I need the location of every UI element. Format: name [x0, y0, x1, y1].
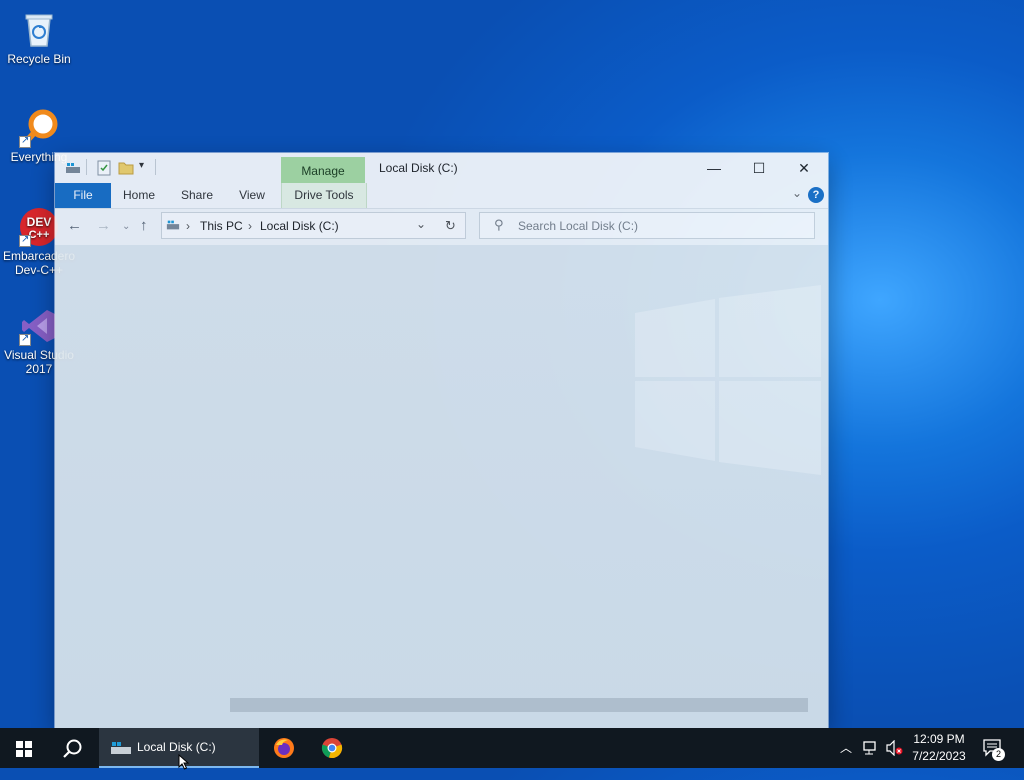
visual-studio-icon	[19, 306, 59, 346]
shortcut-arrow-icon	[19, 332, 31, 346]
drive-icon	[166, 218, 180, 235]
recent-locations-icon[interactable]: ⌄	[122, 221, 130, 232]
breadcrumb-local-disk[interactable]: Local Disk (C:)	[260, 219, 339, 233]
breadcrumb-separator: ›	[248, 219, 252, 233]
search-input[interactable]	[518, 217, 798, 235]
up-arrow-icon[interactable]: ↑	[140, 217, 148, 234]
clock-time: 12:09 PM	[913, 732, 965, 746]
notification-badge: 2	[992, 748, 1005, 761]
taskbar-item-chrome[interactable]	[310, 728, 354, 768]
ribbon-tabs: File Home Share View Drive Tools ⌄ ?	[55, 183, 828, 209]
file-list-area[interactable]	[55, 245, 828, 728]
clock[interactable]: 12:09 PM 7/22/2023	[906, 731, 972, 765]
tab-file[interactable]: File	[55, 183, 111, 208]
close-button[interactable]: ✕	[781, 153, 827, 183]
search-box[interactable]: ⚲	[479, 212, 815, 239]
horizontal-scrollbar[interactable]	[230, 698, 808, 712]
windows-logo-reflection	[635, 285, 821, 475]
search-icon: ⚲	[494, 217, 504, 232]
title-bar[interactable]: ▾ Manage Local Disk (C:) — ☐ ✕	[55, 153, 828, 183]
svg-text:DEV: DEV	[27, 215, 52, 229]
action-center-button[interactable]: 2	[982, 738, 1006, 778]
start-button[interactable]	[0, 728, 48, 768]
network-icon[interactable]	[863, 740, 879, 780]
tab-home[interactable]: Home	[115, 183, 163, 208]
search-icon	[63, 739, 82, 758]
taskbar-item-label: Local Disk (C:)	[137, 740, 216, 754]
tab-share[interactable]: Share	[173, 183, 221, 208]
drive-icon	[65, 160, 81, 176]
chrome-icon	[321, 738, 343, 759]
expand-ribbon-icon[interactable]: ⌄	[792, 186, 802, 200]
divider	[155, 159, 156, 175]
recycle-bin-icon	[19, 10, 59, 50]
windows-logo-icon	[16, 741, 32, 757]
breadcrumb-separator: ›	[186, 219, 190, 233]
address-dropdown-icon[interactable]: ⌄	[416, 217, 426, 231]
forward-arrow-icon[interactable]: →	[96, 217, 111, 234]
quick-access-dropdown-icon[interactable]: ▾	[139, 160, 144, 176]
navigation-bar: ← → ⌄ ↑ › This PC › Local Disk (C:) ⌄ ↻ …	[55, 209, 828, 245]
tab-view[interactable]: View	[230, 183, 274, 208]
volume-muted-icon[interactable]	[886, 739, 904, 780]
file-explorer-window[interactable]: ▾ Manage Local Disk (C:) — ☐ ✕ File Home…	[55, 153, 828, 728]
window-title: Local Disk (C:)	[379, 161, 458, 175]
shortcut-arrow-icon	[19, 134, 31, 148]
drive-icon	[111, 742, 131, 754]
magnifier-icon	[19, 108, 59, 148]
show-hidden-icons-button[interactable]: ︿	[840, 739, 852, 779]
svg-text:C++: C++	[29, 229, 50, 241]
divider	[86, 159, 87, 175]
refresh-button[interactable]: ↻	[436, 212, 466, 239]
desktop-icon-label: Recycle Bin	[7, 52, 71, 66]
maximize-button[interactable]: ☐	[736, 153, 782, 183]
firefox-icon	[274, 738, 294, 758]
properties-icon[interactable]	[96, 160, 112, 176]
minimize-button[interactable]: —	[691, 153, 737, 183]
search-button[interactable]	[48, 728, 96, 768]
tab-manage[interactable]: Manage	[281, 157, 365, 183]
shortcut-arrow-icon	[19, 233, 31, 247]
clock-date: 7/22/2023	[912, 749, 966, 763]
help-icon[interactable]: ?	[808, 187, 824, 203]
tab-drive-tools[interactable]: Drive Tools	[281, 183, 367, 208]
back-arrow-icon[interactable]: ←	[67, 217, 82, 234]
breadcrumb-this-pc[interactable]: This PC	[200, 219, 243, 233]
address-bar[interactable]: › This PC › Local Disk (C:) ⌄	[161, 212, 465, 239]
devcpp-icon: DEV C++	[19, 207, 59, 247]
refresh-icon: ↻	[445, 218, 456, 233]
desktop-icon-recycle-bin[interactable]: Recycle Bin	[1, 10, 77, 66]
taskbar: Local Disk (C:) ︿ 12:09 PM 7/22/2023 2	[0, 728, 1024, 768]
new-folder-icon[interactable]	[118, 160, 134, 176]
taskbar-item-firefox[interactable]	[262, 728, 306, 768]
